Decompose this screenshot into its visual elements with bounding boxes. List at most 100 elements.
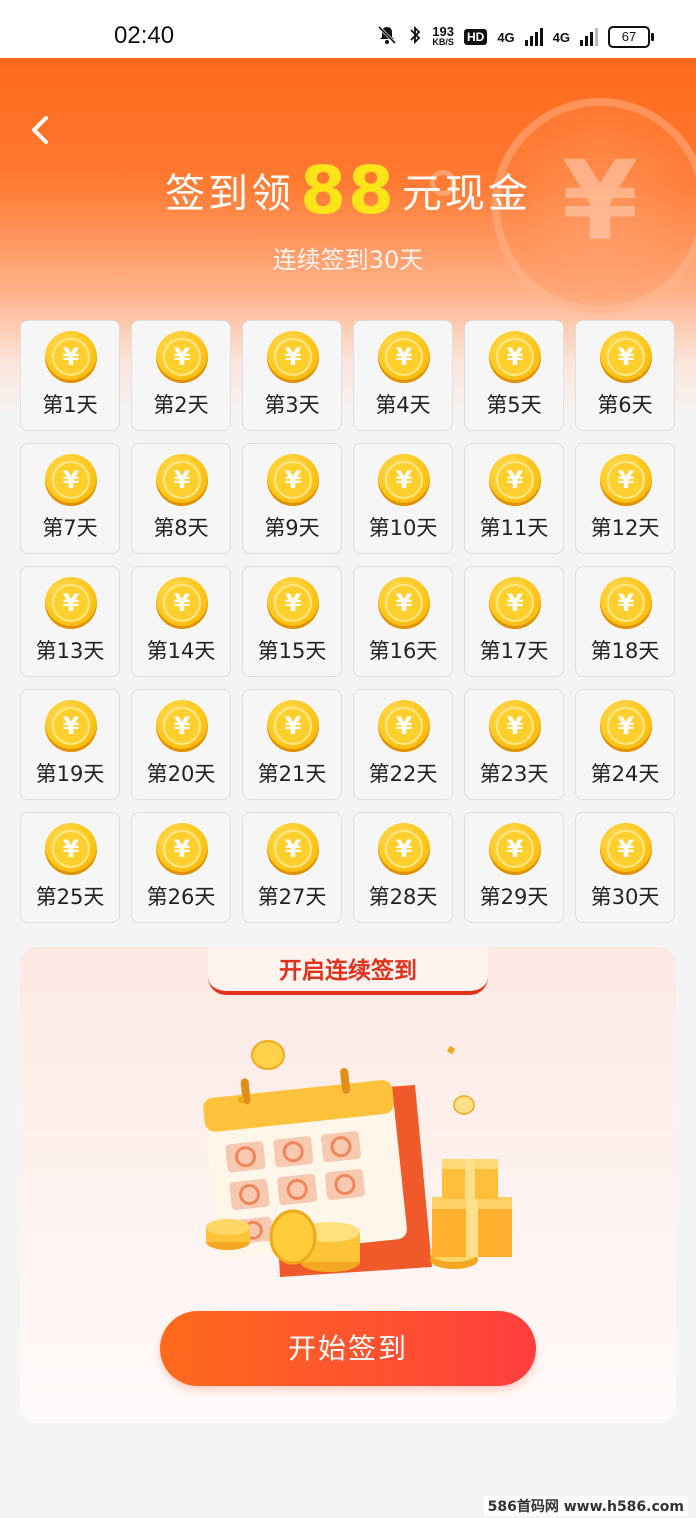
network-speed: 193 KB/S: [432, 24, 454, 48]
checkin-day-cell[interactable]: ¥ 第18天: [575, 566, 675, 677]
coin-symbol: ¥: [163, 830, 201, 868]
checkin-day-cell[interactable]: ¥ 第15天: [242, 566, 342, 677]
checkin-day-cell[interactable]: ¥ 第3天: [242, 320, 342, 431]
coin-icon: ¥: [267, 577, 319, 629]
coin-symbol: ¥: [496, 584, 534, 622]
checkin-day-label: 第11天: [479, 516, 549, 540]
coin-icon: ¥: [489, 454, 541, 506]
status-icons: 193 KB/S HD 4G 4G 67: [376, 24, 654, 50]
checkin-day-cell[interactable]: ¥ 第20天: [131, 689, 231, 800]
coin-symbol: ¥: [607, 461, 645, 499]
checkin-day-grid: ¥ 第1天 ¥ 第2天 ¥ 第3天 ¥ 第4天 ¥ 第5天 ¥ 第6天 ¥ 第7天 ¥ 第8天 ¥ 第9天 ¥ 第10…: [20, 320, 676, 923]
start-checkin-button[interactable]: 开始签到: [160, 1311, 536, 1386]
coin-icon: ¥: [378, 823, 430, 875]
checkin-day-cell[interactable]: ¥ 第5天: [464, 320, 564, 431]
coin-symbol: ¥: [385, 584, 423, 622]
coin-symbol: ¥: [496, 830, 534, 868]
coin-icon: ¥: [378, 577, 430, 629]
checkin-day-cell[interactable]: ¥ 第1天: [20, 320, 120, 431]
coin-symbol: ¥: [385, 830, 423, 868]
coin-symbol: ¥: [274, 461, 312, 499]
checkin-day-label: 第3天: [264, 393, 320, 417]
coin-icon: ¥: [156, 823, 208, 875]
coin-symbol: ¥: [274, 830, 312, 868]
promo-tab-label: 开启连续签到: [208, 947, 488, 995]
checkin-day-cell[interactable]: ¥ 第11天: [464, 443, 564, 554]
status-time: 02:40: [114, 22, 175, 49]
coin-symbol: ¥: [163, 461, 201, 499]
back-button[interactable]: [24, 112, 60, 148]
checkin-day-cell[interactable]: ¥ 第29天: [464, 812, 564, 923]
coin-icon: ¥: [45, 823, 97, 875]
checkin-day-label: 第17天: [479, 639, 549, 663]
checkin-day-label: 第1天: [42, 393, 98, 417]
checkin-day-cell[interactable]: ¥ 第28天: [353, 812, 453, 923]
checkin-day-cell[interactable]: ¥ 第30天: [575, 812, 675, 923]
checkin-day-cell[interactable]: ¥ 第6天: [575, 320, 675, 431]
page-title: 签到领88 元现金: [0, 152, 696, 229]
coin-icon: ¥: [156, 700, 208, 752]
coin-icon: ¥: [378, 331, 430, 383]
coin-symbol: ¥: [274, 584, 312, 622]
signal-icon-2: [580, 28, 598, 46]
bluetooth-icon: [408, 24, 422, 50]
mute-bell-icon: [376, 24, 398, 50]
title-prefix: 签到领: [165, 171, 295, 217]
coin-symbol: ¥: [52, 830, 90, 868]
checkin-day-cell[interactable]: ¥ 第22天: [353, 689, 453, 800]
checkin-day-cell[interactable]: ¥ 第8天: [131, 443, 231, 554]
coin-symbol: ¥: [607, 338, 645, 376]
checkin-day-cell[interactable]: ¥ 第26天: [131, 812, 231, 923]
checkin-day-cell[interactable]: ¥ 第13天: [20, 566, 120, 677]
checkin-promo-card: 开启连续签到 开始签到: [20, 947, 676, 1423]
coin-icon: ¥: [267, 700, 319, 752]
coin-icon: ¥: [156, 454, 208, 506]
checkin-day-cell[interactable]: ¥ 第19天: [20, 689, 120, 800]
checkin-day-label: 第18天: [590, 639, 660, 663]
checkin-day-label: 第30天: [590, 885, 660, 909]
checkin-day-label: 第10天: [368, 516, 438, 540]
checkin-day-cell[interactable]: ¥ 第7天: [20, 443, 120, 554]
checkin-day-cell[interactable]: ¥ 第17天: [464, 566, 564, 677]
checkin-day-cell[interactable]: ¥ 第23天: [464, 689, 564, 800]
checkin-day-label: 第27天: [257, 885, 327, 909]
checkin-day-cell[interactable]: ¥ 第12天: [575, 443, 675, 554]
chevron-left-icon: [32, 116, 48, 144]
title-suffix: 元现金: [401, 171, 531, 217]
checkin-day-cell[interactable]: ¥ 第16天: [353, 566, 453, 677]
coin-symbol: ¥: [607, 584, 645, 622]
coin-icon: ¥: [600, 577, 652, 629]
page-subtitle: 连续签到30天: [272, 246, 424, 274]
coin-icon: ¥: [267, 823, 319, 875]
hd-icon: HD: [463, 29, 488, 45]
checkin-day-label: 第12天: [590, 516, 660, 540]
checkin-day-cell[interactable]: ¥ 第25天: [20, 812, 120, 923]
checkin-day-cell[interactable]: ¥ 第27天: [242, 812, 342, 923]
checkin-day-cell[interactable]: ¥ 第4天: [353, 320, 453, 431]
coin-symbol: ¥: [385, 338, 423, 376]
checkin-day-cell[interactable]: ¥ 第10天: [353, 443, 453, 554]
checkin-day-label: 第24天: [590, 762, 660, 786]
checkin-day-label: 第14天: [146, 639, 216, 663]
checkin-day-cell[interactable]: ¥ 第2天: [131, 320, 231, 431]
checkin-day-label: 第22天: [368, 762, 438, 786]
checkin-day-cell[interactable]: ¥ 第14天: [131, 566, 231, 677]
coin-symbol: ¥: [496, 461, 534, 499]
network-speed-unit: KB/S: [432, 37, 454, 47]
checkin-day-label: 第19天: [35, 762, 105, 786]
checkin-day-cell[interactable]: ¥ 第9天: [242, 443, 342, 554]
checkin-day-label: 第29天: [479, 885, 549, 909]
calendar-coins-illustration-icon: [203, 1040, 512, 1277]
checkin-day-label: 第25天: [35, 885, 105, 909]
checkin-day-label: 第26天: [146, 885, 216, 909]
network-speed-value: 193: [432, 24, 454, 39]
coin-icon: ¥: [600, 454, 652, 506]
checkin-day-cell[interactable]: ¥ 第21天: [242, 689, 342, 800]
coin-symbol: ¥: [496, 338, 534, 376]
checkin-day-label: 第23天: [479, 762, 549, 786]
checkin-day-label: 第4天: [375, 393, 431, 417]
coin-symbol: ¥: [52, 461, 90, 499]
checkin-day-cell[interactable]: ¥ 第24天: [575, 689, 675, 800]
checkin-day-label: 第13天: [35, 639, 105, 663]
signal-icon: [524, 28, 543, 46]
